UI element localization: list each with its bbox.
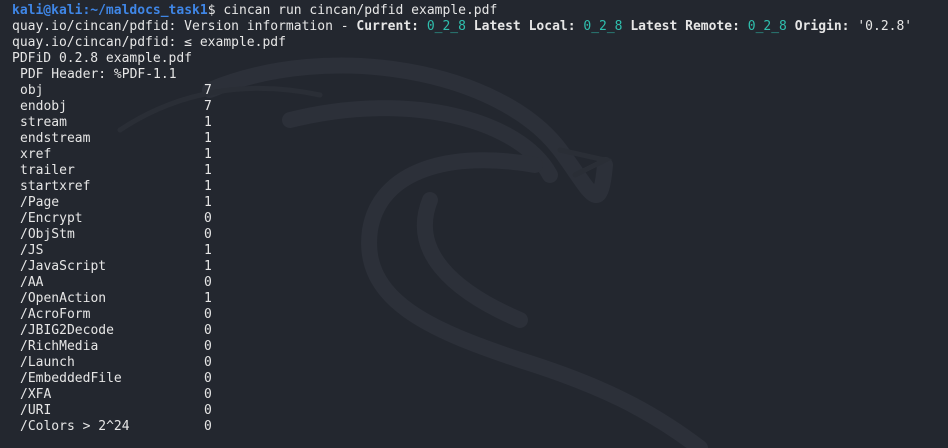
pdfid-row-key: /JBIG2Decode [20, 323, 114, 338]
pdfid-row-value: 0 [204, 275, 212, 290]
pdfid-row-key: /URI [20, 403, 52, 418]
pdfid-row-value: 1 [204, 179, 212, 194]
pdfid-row-value: 7 [204, 99, 212, 114]
pdfid-row-key: trailer [20, 163, 75, 178]
pdfid-row-key: /Encrypt [20, 211, 83, 226]
pdfid-row-value: 0 [204, 323, 212, 338]
command-prompt-line: kali@kali:~/maldocs_task1$ cincan run ci… [12, 3, 948, 19]
latest-local-value: 0_2_8 [583, 19, 623, 34]
origin-label: Origin: [794, 19, 850, 34]
pdfid-row-key: startxref [20, 179, 91, 194]
pdfid-row-key: /XFA [20, 387, 52, 402]
pdfid-row-value: 1 [204, 195, 212, 210]
pdfid-row: /EmbeddedFile 0 [12, 371, 948, 387]
pdfid-row-key: /AcroForm [20, 307, 91, 322]
pdfid-row-value: 0 [204, 419, 212, 434]
current-value: 0_2_8 [426, 19, 466, 34]
pdfid-row: /JS 1 [12, 243, 948, 259]
pdfid-row: stream 1 [12, 115, 948, 131]
pdfid-row: startxref 1 [12, 179, 948, 195]
pdfid-row-value: 0 [204, 339, 212, 354]
pdfid-row-value: 0 [204, 211, 212, 226]
pdfid-row-key: xref [20, 147, 52, 162]
pdfid-row-value: 1 [204, 259, 212, 274]
pdfid-row: /OpenAction 1 [12, 291, 948, 307]
pdfid-row-key: /ObjStm [20, 227, 75, 242]
pdfid-row-key: /EmbeddedFile [20, 371, 122, 386]
prompt-symbol: $ [207, 3, 216, 18]
pdfid-row-value: 0 [204, 307, 212, 322]
pdfid-row: /AA 0 [12, 275, 948, 291]
pdfid-row-value: 1 [204, 115, 212, 130]
pdfid-row-key: /OpenAction [20, 291, 107, 306]
version-prefix: quay.io/cincan/pdfid: Version informatio… [12, 19, 357, 34]
pdfid-row-key: /JS [20, 243, 44, 258]
command-text: cincan run cincan/pdfid example.pdf [215, 3, 498, 18]
pdfid-row-key: /RichMedia [20, 339, 99, 354]
pdfid-row: trailer 1 [12, 163, 948, 179]
pdf-header-line: PDF Header: %PDF-1.1 [20, 67, 177, 82]
file-line: quay.io/cincan/pdfid: ≤ example.pdf [12, 35, 286, 50]
pdfid-row-value: 0 [204, 227, 212, 242]
pdfid-row: endstream 1 [12, 131, 948, 147]
pdfid-row-key: endobj [20, 99, 67, 114]
pdfid-row-value: 7 [204, 83, 212, 98]
pdfid-row-value: 1 [204, 147, 212, 162]
pdfid-row: /JavaScript 1 [12, 259, 948, 275]
pdfid-row: /URI 0 [12, 403, 948, 419]
pdfid-row: /Colors > 2^24 0 [12, 419, 948, 435]
pdfid-row-value: 1 [204, 291, 212, 306]
latest-remote-label: Latest Remote: [630, 19, 740, 34]
pdfid-row: /Encrypt 0 [12, 211, 948, 227]
pdfid-row-value: 1 [204, 243, 212, 258]
pdfid-row-key: stream [20, 115, 67, 130]
pdfid-row: /ObjStm 0 [12, 227, 948, 243]
pdfid-row-value: 0 [204, 387, 212, 402]
pdfid-row: /XFA 0 [12, 387, 948, 403]
pdfid-row-key: /Colors > 2^24 [20, 419, 130, 434]
pdfid-row-value: 0 [204, 355, 212, 370]
prompt-user-host: kali@kali [12, 3, 83, 18]
latest-local-label: Latest Local: [473, 19, 576, 34]
pdfid-row-value: 0 [204, 371, 212, 386]
current-label: Current: [356, 19, 419, 34]
pdfid-row: /Launch 0 [12, 355, 948, 371]
pdfid-row: /RichMedia 0 [12, 339, 948, 355]
pdfid-row: endobj 7 [12, 99, 948, 115]
pdfid-row-key: /JavaScript [20, 259, 107, 274]
pdfid-row-value: 0 [204, 403, 212, 418]
prompt-path: ~/maldocs_task1 [90, 3, 208, 18]
terminal-window[interactable]: kali@kali:~/maldocs_task1$ cincan run ci… [0, 0, 948, 448]
pdfid-row-key: obj [20, 83, 44, 98]
pdfid-row-value: 1 [204, 163, 212, 178]
pdfid-row: /JBIG2Decode 0 [12, 323, 948, 339]
pdfid-results: obj 7 endobj 7 stream 1 endstream 1 xref 1 trailer… [12, 83, 948, 435]
pdfid-row: /AcroForm 0 [12, 307, 948, 323]
pdfid-row-key: /AA [20, 275, 44, 290]
pdfid-row: xref 1 [12, 147, 948, 163]
latest-remote-value: 0_2_8 [747, 19, 787, 34]
pdfid-row: /Page 1 [12, 195, 948, 211]
pdfid-row-key: endstream [20, 131, 91, 146]
pdfid-row-key: /Launch [20, 355, 75, 370]
origin-value: '0.2.8' [857, 19, 913, 34]
pdfid-row: obj 7 [12, 83, 948, 99]
version-info-line: quay.io/cincan/pdfid: Version informatio… [12, 19, 948, 35]
pdfid-line: PDFiD 0.2.8 example.pdf [12, 51, 193, 66]
pdfid-row-key: /Page [20, 195, 60, 210]
pdfid-row-value: 1 [204, 131, 212, 146]
terminal-output[interactable]: kali@kali:~/maldocs_task1$ cincan run ci… [12, 3, 948, 435]
